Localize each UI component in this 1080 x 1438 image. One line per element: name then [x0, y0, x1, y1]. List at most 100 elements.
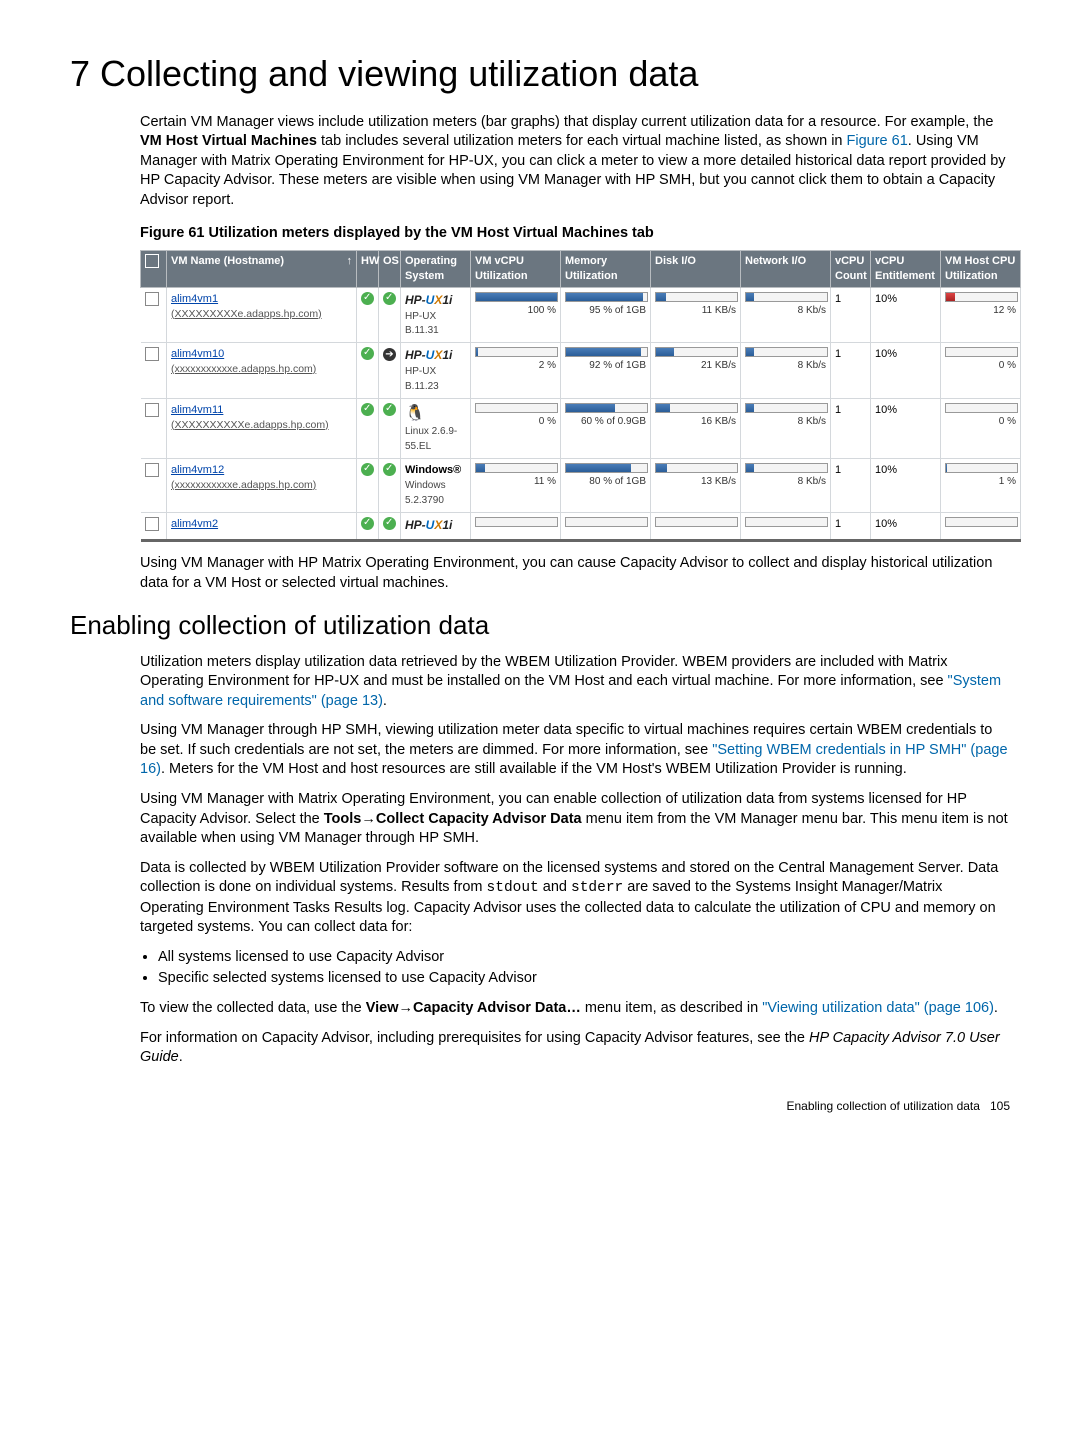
hw-status: [357, 398, 379, 458]
page-footer: Enabling collection of utilization data …: [70, 1098, 1010, 1114]
vm-name-cell: alim4vm12(xxxxxxxxxxxe.adapps.hp.com): [167, 459, 357, 513]
vm-name-cell: alim4vm11(XXXXXXXXXXe.adapps.hp.com): [167, 398, 357, 458]
host-cpu-meter[interactable]: 1 %: [941, 459, 1021, 513]
col-checkbox[interactable]: [141, 250, 167, 287]
col-os[interactable]: OS: [379, 250, 401, 287]
page-title: 7 Collecting and viewing utilization dat…: [70, 50, 1010, 99]
vcpu-meter[interactable]: 100 %: [471, 287, 561, 343]
col-host-cpu[interactable]: VM Host CPU Utilization: [941, 250, 1021, 287]
hw-status: [357, 512, 379, 541]
mem-meter[interactable]: 92 % of 1GB: [561, 343, 651, 399]
row-checkbox[interactable]: [141, 459, 167, 513]
net-meter[interactable]: 8 Kb/s: [741, 343, 831, 399]
host-cpu-meter[interactable]: 0 %: [941, 398, 1021, 458]
status-ok-icon: [361, 292, 374, 305]
vcpu-count: 1: [831, 459, 871, 513]
vcpu-count: 1: [831, 512, 871, 541]
net-meter[interactable]: 8 Kb/s: [741, 398, 831, 458]
os-cell: HP-UX1iHP-UX B.11.23: [401, 343, 471, 399]
col-vcpu-count[interactable]: vCPU Count: [831, 250, 871, 287]
col-opsys[interactable]: Operating System: [401, 250, 471, 287]
status-ok-icon: [361, 403, 374, 416]
col-hw[interactable]: HW: [357, 250, 379, 287]
col-disk-io[interactable]: Disk I/O: [651, 250, 741, 287]
mem-meter[interactable]: 95 % of 1GB: [561, 287, 651, 343]
vcpu-ent: 10%: [871, 512, 941, 541]
figure-link[interactable]: Figure 61: [847, 133, 908, 149]
footer-section: Enabling collection of utilization data: [786, 1099, 979, 1113]
table-row: alim4vm2 HP-UX1i 110%: [141, 512, 1021, 541]
net-meter[interactable]: [741, 512, 831, 541]
host-cpu-meter[interactable]: 12 %: [941, 287, 1021, 343]
os-cell: 🐧Linux 2.6.9-55.EL: [401, 398, 471, 458]
disk-meter[interactable]: 13 KB/s: [651, 459, 741, 513]
hpux-logo: HP-UX1i: [405, 348, 452, 362]
hpux-logo: HP-UX1i: [405, 518, 452, 532]
os-status: [379, 459, 401, 513]
vm-name-cell: alim4vm1(XXXXXXXXXe.adapps.hp.com): [167, 287, 357, 343]
table-row: alim4vm11(XXXXXXXXXXe.adapps.hp.com) 🐧Lin…: [141, 398, 1021, 458]
vm-host-tab-name: VM Host Virtual Machines: [140, 133, 317, 149]
hw-status: [357, 343, 379, 399]
tools-menu-paragraph: Using VM Manager with Matrix Operating E…: [140, 790, 1010, 849]
disk-meter[interactable]: 11 KB/s: [651, 287, 741, 343]
vm-machines-table: VM Name (Hostname) ↑ HW OS Operating Sys…: [140, 250, 1021, 542]
net-meter[interactable]: 8 Kb/s: [741, 287, 831, 343]
tools-menu: Tools: [324, 811, 362, 827]
net-meter[interactable]: 8 Kb/s: [741, 459, 831, 513]
col-vmname[interactable]: VM Name (Hostname) ↑: [167, 250, 357, 287]
vcpu-meter[interactable]: 11 %: [471, 459, 561, 513]
collection-paragraph: Data is collected by WBEM Utilization Pr…: [140, 859, 1010, 938]
vm-name-cell: alim4vm10(xxxxxxxxxxxe.adapps.hp.com): [167, 343, 357, 399]
vcpu-ent: 10%: [871, 343, 941, 399]
intro-paragraph: Certain VM Manager views include utiliza…: [140, 113, 1010, 211]
table-row: alim4vm1(XXXXXXXXXe.adapps.hp.com) HP-UX1…: [141, 287, 1021, 343]
after-figure-paragraph: Using VM Manager with HP Matrix Operatin…: [140, 554, 1010, 593]
mem-meter[interactable]: 60 % of 0.9GB: [561, 398, 651, 458]
os-status: [379, 512, 401, 541]
os-cell: HP-UX1iHP-UX B.11.31: [401, 287, 471, 343]
status-ok-icon: [361, 517, 374, 530]
host-cpu-meter[interactable]: [941, 512, 1021, 541]
status-ok-icon: [383, 292, 396, 305]
viewing-data-link[interactable]: "Viewing utilization data" (page 106): [762, 1000, 994, 1016]
hw-status: [357, 459, 379, 513]
col-vcpu-util[interactable]: VM vCPU Utilization: [471, 250, 561, 287]
row-checkbox[interactable]: [141, 287, 167, 343]
vm-link[interactable]: alim4vm10: [171, 348, 224, 360]
mem-meter[interactable]: 80 % of 1GB: [561, 459, 651, 513]
vcpu-meter[interactable]: 0 %: [471, 398, 561, 458]
vm-link[interactable]: alim4vm12: [171, 464, 224, 476]
row-checkbox[interactable]: [141, 343, 167, 399]
vm-link[interactable]: alim4vm2: [171, 518, 218, 530]
os-status: ➔: [379, 343, 401, 399]
os-status: [379, 398, 401, 458]
vcpu-ent: 10%: [871, 459, 941, 513]
footer-page-number: 105: [990, 1099, 1010, 1113]
vcpu-ent: 10%: [871, 398, 941, 458]
table-row: alim4vm10(xxxxxxxxxxxe.adapps.hp.com) ➔ HP…: [141, 343, 1021, 399]
status-ok-icon: [383, 463, 396, 476]
list-item: Specific selected systems licensed to us…: [158, 969, 1010, 989]
vm-link[interactable]: alim4vm11: [171, 404, 223, 416]
host-cpu-meter[interactable]: 0 %: [941, 343, 1021, 399]
vcpu-meter[interactable]: 2 %: [471, 343, 561, 399]
status-arrow-icon: ➔: [383, 348, 396, 361]
col-vcpu-ent[interactable]: vCPU Entitlement: [871, 250, 941, 287]
vcpu-meter[interactable]: [471, 512, 561, 541]
row-checkbox[interactable]: [141, 512, 167, 541]
status-ok-icon: [383, 403, 396, 416]
disk-meter[interactable]: 21 KB/s: [651, 343, 741, 399]
col-mem-util[interactable]: Memory Utilization: [561, 250, 651, 287]
status-ok-icon: [383, 517, 396, 530]
mem-meter[interactable]: [561, 512, 651, 541]
disk-meter[interactable]: [651, 512, 741, 541]
list-item: All systems licensed to use Capacity Adv…: [158, 948, 1010, 968]
vm-link[interactable]: alim4vm1: [171, 293, 218, 305]
linux-icon: 🐧: [405, 405, 425, 422]
capacity-data-menu-item: Capacity Advisor Data…: [413, 1000, 581, 1016]
disk-meter[interactable]: 16 KB/s: [651, 398, 741, 458]
col-net-io[interactable]: Network I/O: [741, 250, 831, 287]
wbem-paragraph: Utilization meters display utilization d…: [140, 653, 1010, 712]
row-checkbox[interactable]: [141, 398, 167, 458]
